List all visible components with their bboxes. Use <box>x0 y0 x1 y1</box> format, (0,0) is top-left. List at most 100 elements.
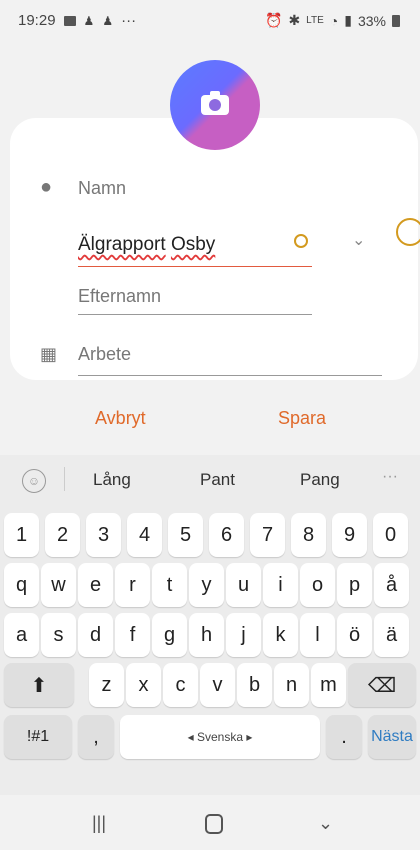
key-2[interactable]: 2 <box>45 513 80 557</box>
key-g[interactable]: g <box>152 613 187 657</box>
cancel-button[interactable]: Avbryt <box>95 408 146 429</box>
work-underline <box>78 375 382 376</box>
key-5[interactable]: 5 <box>168 513 203 557</box>
next-key[interactable]: Nästa <box>368 715 416 759</box>
key-1[interactable]: 1 <box>4 513 39 557</box>
key-6[interactable]: 6 <box>209 513 244 557</box>
key-v[interactable]: v <box>200 663 235 707</box>
key-aring[interactable]: å <box>374 563 409 607</box>
signal-icon: ▮ <box>344 12 352 28</box>
battery-text: 33% <box>357 12 386 29</box>
key-q[interactable]: q <box>4 563 39 607</box>
touch-indicator <box>294 234 308 248</box>
key-n[interactable]: n <box>274 663 309 707</box>
lastname-field[interactable]: Efternamn <box>78 286 161 307</box>
work-field[interactable]: Arbete <box>78 344 131 365</box>
battery-icon <box>392 14 400 27</box>
chevron-down-icon[interactable]: ⌄ <box>352 230 365 250</box>
key-f[interactable]: f <box>115 613 150 657</box>
key-oumlaut[interactable]: ö <box>337 613 372 657</box>
key-h[interactable]: h <box>189 613 224 657</box>
key-row-2: a s d f g h j k l ö ä <box>4 613 416 659</box>
key-b[interactable]: b <box>237 663 272 707</box>
key-o[interactable]: o <box>300 563 335 607</box>
key-k[interactable]: k <box>263 613 298 657</box>
person-notification-icon-2: ♟ <box>102 13 114 28</box>
comma-key[interactable]: , <box>78 715 114 759</box>
key-e[interactable]: e <box>78 563 113 607</box>
recent-apps-icon[interactable]: ||| <box>92 813 106 834</box>
navigation-bar: ||| ⌄ <box>0 795 420 850</box>
touch-indicator-large <box>396 218 420 246</box>
first-name-word-1: Älgrapport <box>78 234 166 255</box>
wifi-icon: ◔ <box>329 12 339 29</box>
suggestion-divider <box>64 467 65 491</box>
emoji-icon[interactable]: ☺ <box>22 469 46 493</box>
status-bar: 19:29 ♟ ♟ ··· ⏰ ✱ LTE ◔ ▮ 33% <box>0 0 420 40</box>
camera-icon <box>201 91 229 115</box>
space-key[interactable]: ◂ Svenska ▸ <box>120 715 320 759</box>
symbols-key[interactable]: !#1 <box>4 715 72 759</box>
key-d[interactable]: d <box>78 613 113 657</box>
key-w[interactable]: w <box>41 563 76 607</box>
home-icon[interactable] <box>205 814 223 834</box>
key-p[interactable]: p <box>337 563 372 607</box>
key-7[interactable]: 7 <box>250 513 285 557</box>
key-j[interactable]: j <box>226 613 261 657</box>
key-u[interactable]: u <box>226 563 261 607</box>
key-row-1: q w e r t y u i o p å <box>4 563 416 609</box>
key-s[interactable]: s <box>41 613 76 657</box>
volte-icon: LTE <box>306 15 324 26</box>
contact-photo-button[interactable] <box>170 60 260 150</box>
status-more: ··· <box>121 12 137 29</box>
key-r[interactable]: r <box>115 563 150 607</box>
more-suggestions-icon[interactable]: ··· <box>382 468 398 486</box>
key-y[interactable]: y <box>189 563 224 607</box>
shift-key[interactable]: ⬆ <box>4 663 74 707</box>
name-label: Namn <box>78 178 127 198</box>
key-i[interactable]: i <box>263 563 298 607</box>
shift-icon: ⬆ <box>30 674 48 697</box>
first-name-word-2: Osby <box>170 234 216 255</box>
key-l[interactable]: l <box>300 613 335 657</box>
building-icon: ▦ <box>40 344 58 364</box>
alarm-icon: ⏰ <box>265 12 283 28</box>
suggestion-bar: ☺ Lång Pant Pang ··· <box>0 455 420 505</box>
backspace-key[interactable]: ⌫ <box>348 663 416 707</box>
key-3[interactable]: 3 <box>86 513 121 557</box>
person-notification-icon: ♟ <box>83 13 95 28</box>
contact-form-card: ● Namn Älgrapport Osby ⌄ Efternamn ▦ Arb… <box>10 118 420 380</box>
gallery-icon <box>63 15 76 26</box>
status-right: ⏰ ✱ LTE ◔ ▮ 33% <box>265 12 400 29</box>
lastname-underline <box>78 314 312 315</box>
key-0[interactable]: 0 <box>373 513 408 557</box>
key-c[interactable]: c <box>163 663 198 707</box>
key-row-bottom: !#1 , ◂ Svenska ▸ . Nästa <box>4 715 416 761</box>
first-name-underline <box>78 266 312 267</box>
key-8[interactable]: 8 <box>291 513 326 557</box>
key-z[interactable]: z <box>89 663 124 707</box>
key-row-3: ⬆ z x c v b n m ⌫ <box>4 663 416 709</box>
key-4[interactable]: 4 <box>127 513 162 557</box>
key-row-numbers: 1 2 3 4 5 6 7 8 9 0 <box>4 513 416 559</box>
period-key[interactable]: . <box>326 715 362 759</box>
status-left: 19:29 ♟ ♟ ··· <box>18 12 136 29</box>
key-aumlaut[interactable]: ä <box>374 613 409 657</box>
key-t[interactable]: t <box>152 563 187 607</box>
status-time: 19:29 <box>18 12 56 29</box>
form-actions: Avbryt Spara <box>0 400 420 440</box>
key-9[interactable]: 9 <box>332 513 367 557</box>
person-icon: ● <box>40 176 53 198</box>
first-name-input[interactable]: Älgrapport Osby <box>78 234 215 256</box>
backspace-icon: ⌫ <box>367 674 397 697</box>
key-x[interactable]: x <box>126 663 161 707</box>
back-chevron-icon[interactable]: ⌄ <box>318 813 333 834</box>
keyboard: ☺ Lång Pant Pang ··· 1 2 3 4 5 6 7 8 9 0… <box>0 455 420 795</box>
suggestion-3[interactable]: Pang <box>300 470 340 490</box>
save-button[interactable]: Spara <box>278 408 326 429</box>
bluetooth-icon: ✱ <box>288 12 301 28</box>
suggestion-2[interactable]: Pant <box>200 470 235 490</box>
suggestion-1[interactable]: Lång <box>93 470 131 490</box>
key-m[interactable]: m <box>311 663 346 707</box>
key-a[interactable]: a <box>4 613 39 657</box>
